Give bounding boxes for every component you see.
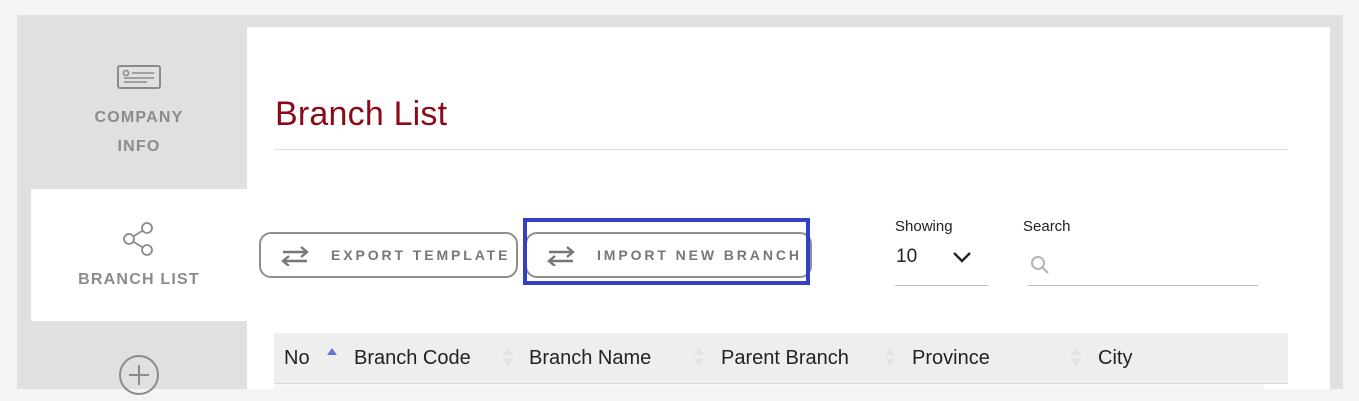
sidebar-item-label: BRANCH LIST (78, 271, 200, 288)
table-row (274, 384, 1264, 389)
swap-arrows-icon (281, 246, 309, 269)
page-size-select[interactable]: 10 (895, 243, 988, 286)
sort-ascending-icon[interactable] (326, 347, 338, 372)
column-header-branch-code[interactable]: Branch Code (354, 333, 471, 383)
column-label: Branch Name (529, 347, 652, 369)
column-label: Branch Code (354, 347, 471, 369)
sort-icon[interactable] (693, 347, 705, 372)
column-header-branch-name[interactable]: Branch Name (529, 333, 651, 383)
sidebar-item-company-info[interactable]: COMPANY INFO (31, 27, 247, 189)
column-label: No (284, 347, 310, 369)
column-header-parent-branch[interactable]: Parent Branch (721, 333, 849, 383)
sort-icon[interactable] (884, 347, 896, 372)
column-header-province[interactable]: Province (912, 333, 990, 383)
plus-circle-icon (118, 354, 160, 401)
search-input[interactable] (1058, 251, 1252, 279)
sidebar-item-add[interactable] (31, 321, 247, 395)
column-label: City (1098, 347, 1133, 369)
page-title: Branch List (275, 95, 448, 133)
page-size-value: 10 (896, 246, 918, 267)
sidebar-item-branch-list[interactable]: BRANCH LIST (31, 189, 247, 321)
search-icon (1030, 255, 1050, 280)
sort-icon[interactable] (1070, 347, 1082, 372)
export-template-button[interactable]: EXPORT TEMPLATE (259, 232, 518, 278)
column-label: Parent Branch (721, 347, 849, 369)
search-field (1028, 243, 1258, 286)
share-icon (121, 221, 157, 262)
sidebar: COMPANY INFO BRANCH LIST (31, 27, 247, 395)
chevron-down-icon (951, 250, 973, 269)
table-header: No Branch Code Branch Name Parent Branch… (274, 333, 1288, 384)
sidebar-item-label: INFO (117, 138, 161, 155)
id-card-icon (117, 65, 161, 94)
search-label: Search (1023, 218, 1071, 235)
title-divider (274, 149, 1288, 150)
export-template-label: EXPORT TEMPLATE (331, 247, 511, 263)
sidebar-item-label: COMPANY (94, 109, 184, 126)
highlight-box (523, 218, 810, 285)
column-label: Province (912, 347, 990, 369)
column-header-city[interactable]: City (1098, 333, 1132, 383)
column-header-no[interactable]: No (284, 333, 310, 383)
sort-icon[interactable] (502, 347, 514, 372)
showing-label: Showing (895, 218, 953, 235)
main-panel: Branch List EXPORT TEMPLATE IMPORT NEW B… (247, 27, 1330, 389)
